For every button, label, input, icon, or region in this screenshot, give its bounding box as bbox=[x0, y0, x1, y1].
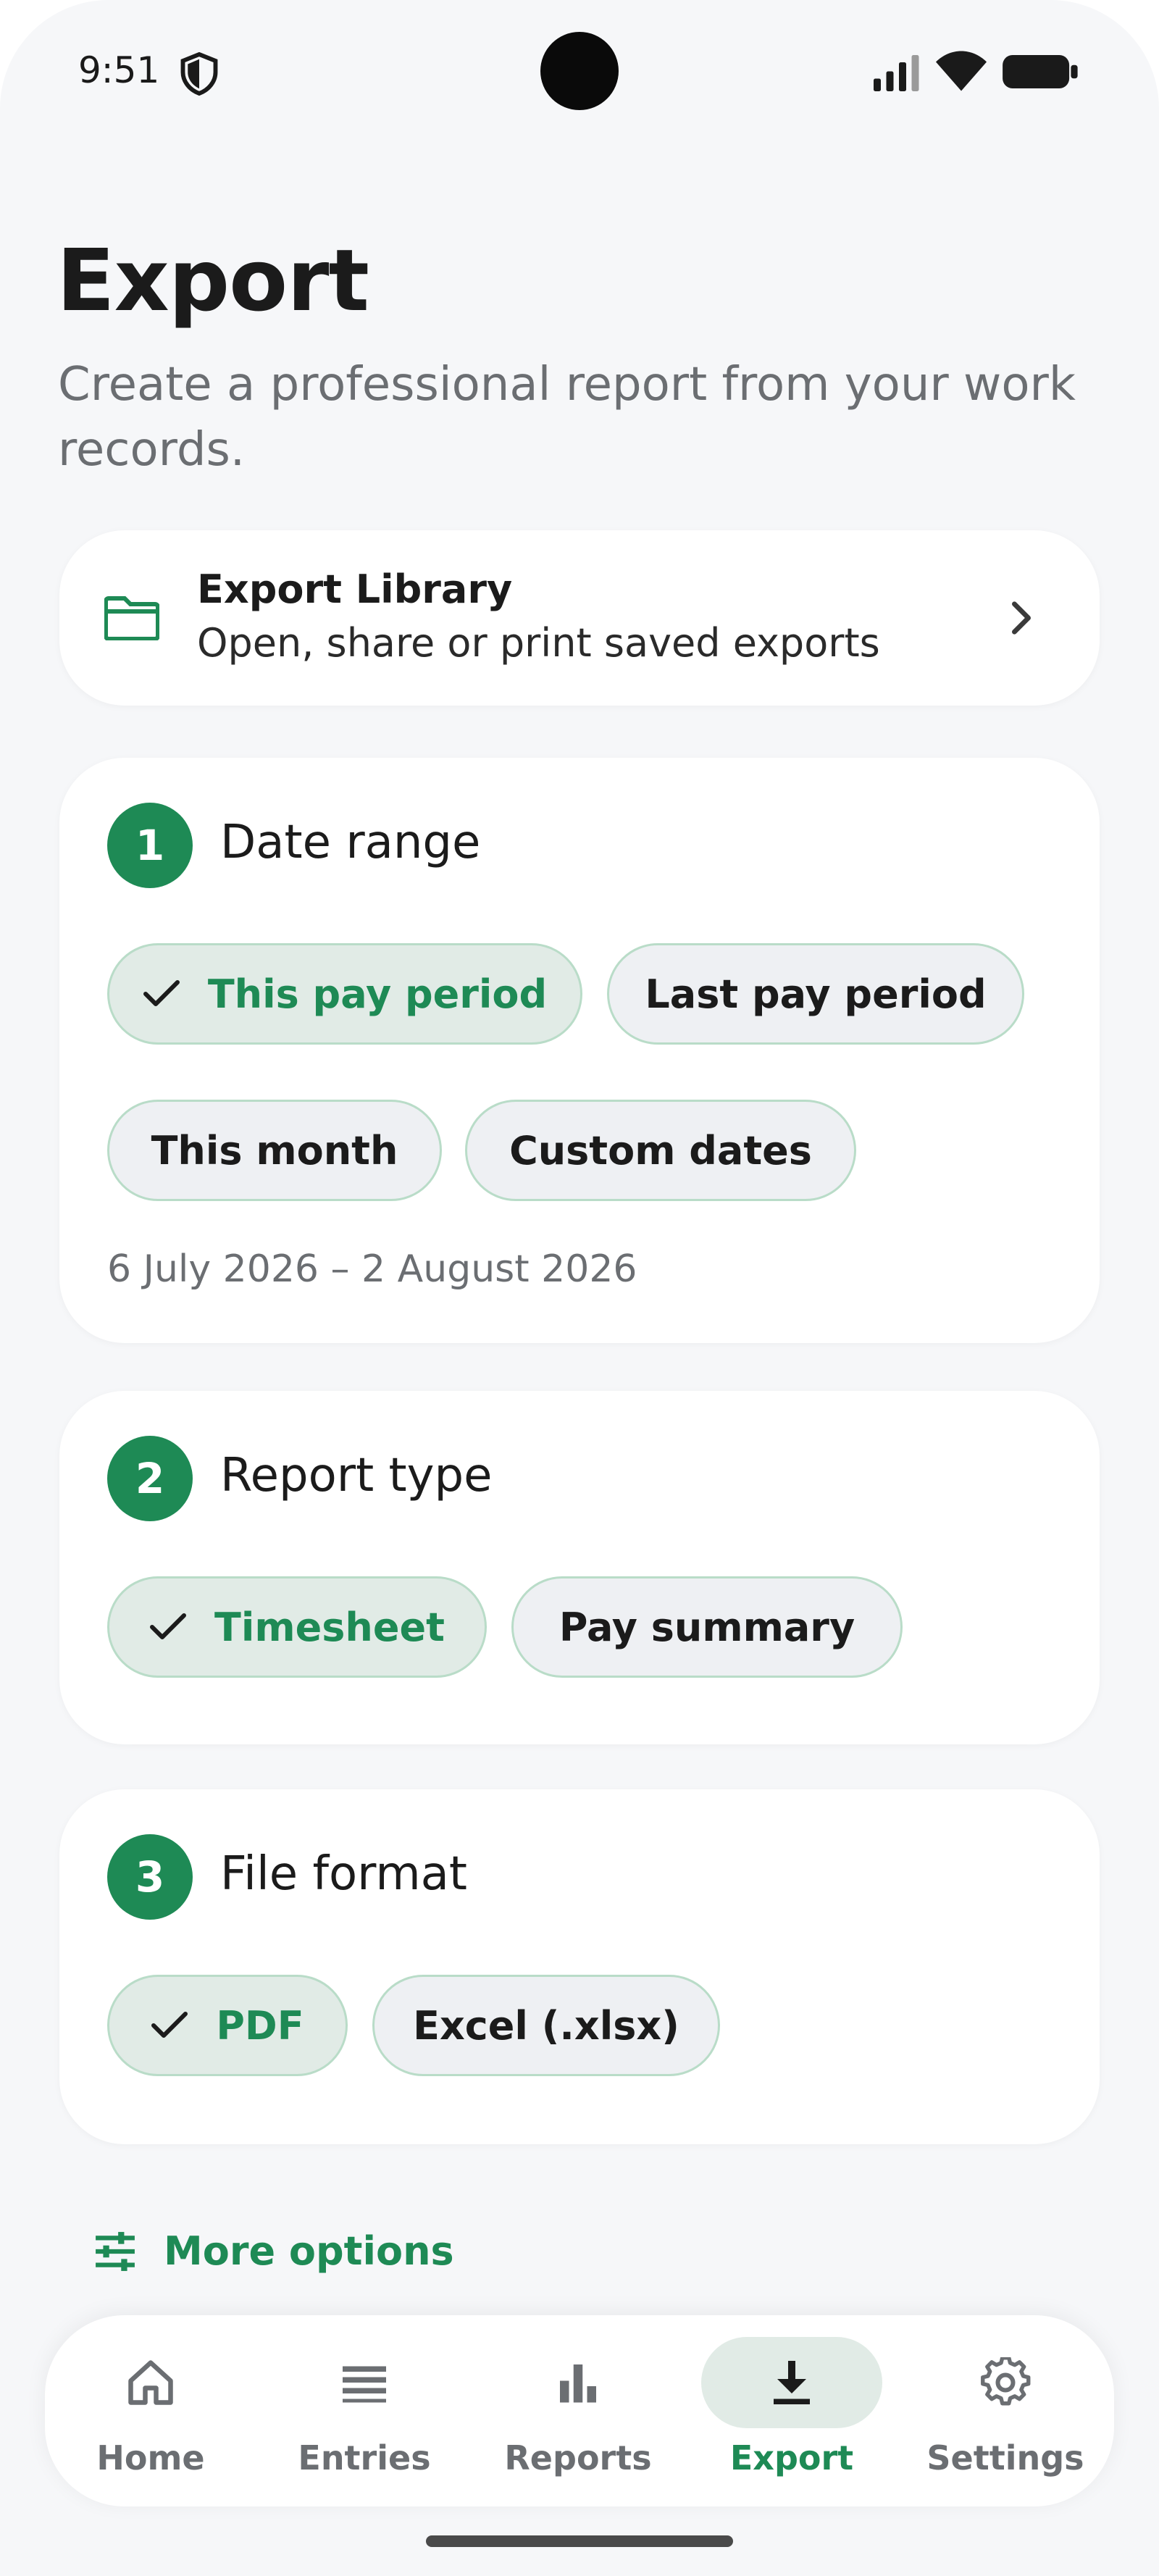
chip-excel[interactable]: Excel (.xlsx) bbox=[372, 1975, 720, 2076]
bar-chart-icon bbox=[560, 2364, 596, 2403]
more-options-label: More options bbox=[164, 2228, 454, 2274]
chip-last-pay-period[interactable]: Last pay period bbox=[607, 943, 1024, 1045]
gear-icon bbox=[981, 2357, 1031, 2406]
check-icon bbox=[143, 980, 180, 1006]
nav-item-settings[interactable]: Settings bbox=[911, 2337, 1100, 2489]
wifi-icon bbox=[936, 51, 987, 91]
chevron-right-icon bbox=[1012, 601, 1031, 635]
battery-icon bbox=[1003, 55, 1078, 88]
status-time: 9:51 bbox=[78, 49, 160, 91]
folder-icon bbox=[104, 596, 159, 640]
nav-item-entries[interactable]: Entries bbox=[270, 2337, 459, 2489]
nav-item-export[interactable]: Export bbox=[698, 2337, 886, 2489]
nav-label: Reports bbox=[504, 2438, 652, 2477]
nav-item-home[interactable]: Home bbox=[57, 2337, 245, 2489]
chip-label: This pay period bbox=[207, 971, 548, 1017]
step-badge-3: 3 bbox=[107, 1834, 193, 1920]
file-format-card: 3 File format PDF Excel (.xlsx) bbox=[59, 1789, 1100, 2144]
chip-label: Pay summary bbox=[558, 1604, 855, 1650]
tune-icon bbox=[96, 2231, 135, 2271]
front-camera bbox=[540, 32, 619, 110]
chip-label: Custom dates bbox=[509, 1127, 812, 1174]
chip-timesheet[interactable]: Timesheet bbox=[107, 1576, 487, 1678]
chip-this-pay-period[interactable]: This pay period bbox=[107, 943, 582, 1045]
chip-custom-dates[interactable]: Custom dates bbox=[465, 1100, 856, 1201]
export-library-subtitle: Open, share or print saved exports bbox=[197, 620, 880, 666]
phone-screen: 9:51 Export Create a professional report… bbox=[0, 0, 1159, 2576]
nav-label: Entries bbox=[298, 2438, 431, 2477]
download-icon bbox=[774, 2361, 810, 2404]
nav-label: Settings bbox=[926, 2438, 1084, 2477]
chip-label: Last pay period bbox=[645, 971, 987, 1017]
date-range-card: 1 Date range This pay period Last pay pe… bbox=[59, 758, 1100, 1343]
export-library-title: Export Library bbox=[197, 566, 513, 612]
bottom-nav: Home Entries Reports Export Settings bbox=[45, 2315, 1114, 2506]
more-options-button[interactable]: More options bbox=[94, 2228, 454, 2274]
chip-label: Excel (.xlsx) bbox=[413, 2002, 679, 2049]
date-range-title: Date range bbox=[220, 816, 481, 869]
check-icon bbox=[150, 1613, 187, 1639]
step-badge-2: 2 bbox=[107, 1436, 193, 1521]
step-badge-1: 1 bbox=[107, 803, 193, 888]
chip-this-month[interactable]: This month bbox=[107, 1100, 442, 1201]
page-subtitle: Create a professional report from your w… bbox=[58, 358, 1076, 477]
chip-label: PDF bbox=[216, 2002, 304, 2049]
home-icon bbox=[128, 2360, 173, 2405]
signal-icon bbox=[874, 55, 919, 91]
chip-label: Timesheet bbox=[214, 1604, 445, 1650]
list-icon bbox=[343, 2366, 386, 2403]
shield-icon bbox=[180, 52, 218, 96]
file-format-title: File format bbox=[220, 1847, 467, 1901]
nav-label: Export bbox=[729, 2438, 854, 2477]
page-title: Export bbox=[57, 230, 369, 330]
nav-item-reports[interactable]: Reports bbox=[484, 2337, 672, 2489]
chip-pay-summary[interactable]: Pay summary bbox=[511, 1576, 903, 1678]
report-type-card: 2 Report type Timesheet Pay summary bbox=[59, 1391, 1100, 1744]
report-type-title: Report type bbox=[220, 1449, 493, 1502]
selected-date-range: 6 July 2026 – 2 August 2026 bbox=[107, 1247, 637, 1291]
chip-label: This month bbox=[151, 1127, 398, 1174]
home-indicator bbox=[426, 2535, 733, 2547]
export-library-card[interactable]: Export Library Open, share or print save… bbox=[59, 530, 1100, 706]
nav-label: Home bbox=[96, 2438, 205, 2477]
check-icon bbox=[151, 2012, 188, 2038]
chip-pdf[interactable]: PDF bbox=[107, 1975, 348, 2076]
